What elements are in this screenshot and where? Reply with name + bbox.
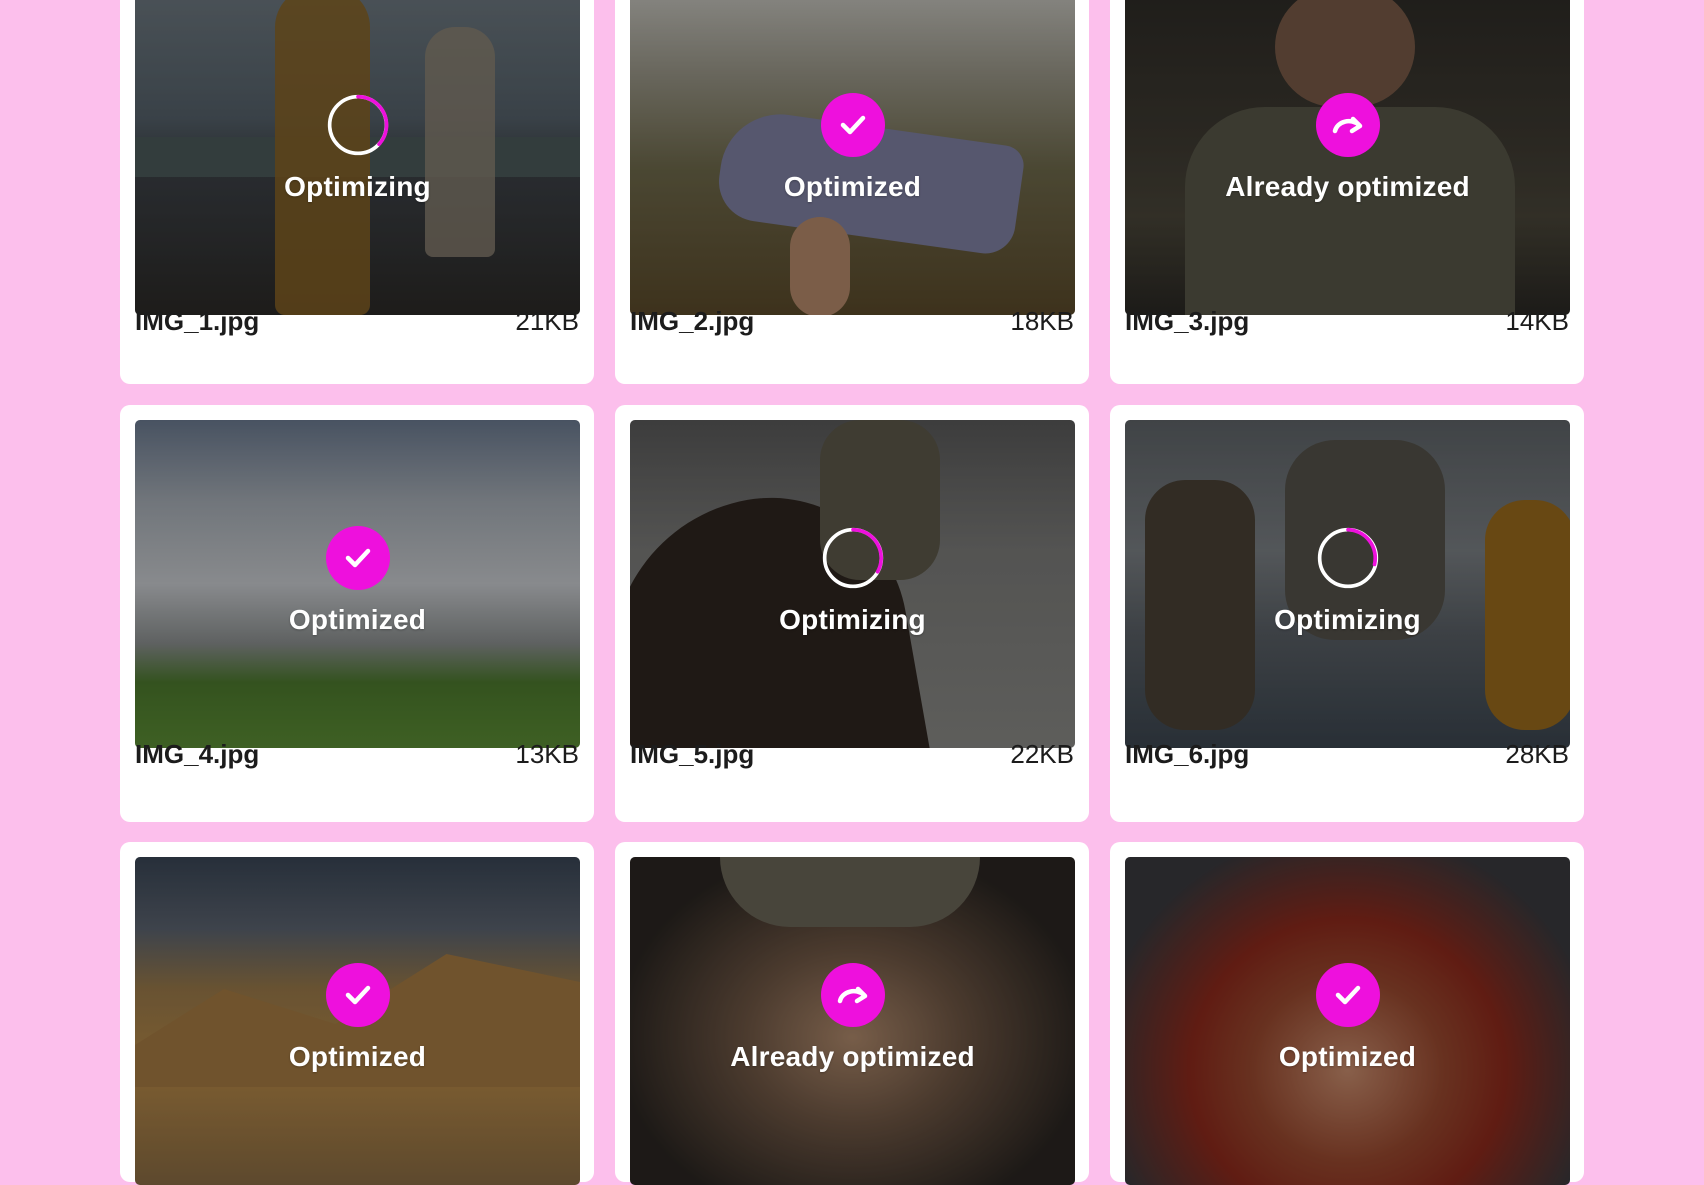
file-name: IMG_4.jpg: [135, 738, 260, 769]
image-card[interactable]: Optimized: [1110, 842, 1584, 1185]
file-size: 14KB: [1505, 305, 1569, 336]
image-card[interactable]: Optimizing IMG_6.jpg 28KB: [1110, 405, 1584, 822]
file-name: IMG_2.jpg: [630, 305, 755, 336]
image-thumbnail[interactable]: Optimizing: [630, 420, 1075, 748]
status-indicator: Optimizing: [1125, 526, 1570, 636]
redo-arrow-icon: [820, 963, 885, 1027]
status-indicator: Optimized: [135, 963, 580, 1073]
file-name: IMG_1.jpg: [135, 305, 260, 336]
image-card[interactable]: Optimized IMG_4.jpg 13KB: [120, 405, 594, 822]
image-card[interactable]: Optimizing IMG_5.jpg 22KB: [615, 405, 1089, 822]
status-label: Already optimized: [1225, 171, 1470, 202]
status-indicator: Optimized: [1125, 963, 1570, 1073]
progress-spinner-icon: [326, 93, 390, 157]
status-label: Optimizing: [284, 171, 431, 202]
status-label: Optimizing: [1274, 604, 1421, 635]
status-label: Optimized: [288, 604, 427, 635]
status-label: Optimizing: [779, 604, 926, 635]
file-name: IMG_6.jpg: [1125, 738, 1250, 769]
image-thumbnail[interactable]: Optimizing: [135, 0, 580, 315]
file-size: 13KB: [515, 738, 579, 769]
status-label: Optimized: [288, 1041, 427, 1072]
status-label: Already optimized: [730, 1041, 975, 1072]
image-thumbnail[interactable]: Optimizing: [1125, 420, 1570, 748]
image-card[interactable]: Already optimized: [615, 842, 1089, 1185]
file-size: 18KB: [1010, 305, 1074, 336]
checkmark-icon: [1315, 963, 1380, 1027]
status-indicator: Already optimized: [630, 963, 1075, 1073]
status-indicator: Already optimized: [1125, 93, 1570, 203]
file-name: IMG_5.jpg: [630, 738, 755, 769]
status-label: Optimized: [783, 171, 922, 202]
image-card[interactable]: Optimized IMG_2.jpg 18KB: [615, 0, 1089, 384]
image-card[interactable]: Optimized: [120, 842, 594, 1185]
status-indicator: Optimized: [630, 93, 1075, 203]
image-thumbnail[interactable]: Already optimized: [1125, 0, 1570, 315]
image-thumbnail[interactable]: Optimized: [1125, 857, 1570, 1185]
status-label: Optimized: [1278, 1041, 1417, 1072]
file-size: 28KB: [1505, 738, 1569, 769]
file-size: 22KB: [1010, 738, 1074, 769]
progress-spinner-icon: [1316, 526, 1380, 590]
file-name: IMG_3.jpg: [1125, 305, 1250, 336]
image-card[interactable]: Optimizing IMG_1.jpg 21KB: [120, 0, 594, 384]
image-thumbnail[interactable]: Optimized: [135, 857, 580, 1185]
checkmark-icon: [325, 526, 390, 590]
file-size: 21KB: [515, 305, 579, 336]
redo-arrow-icon: [1315, 93, 1380, 157]
status-indicator: Optimizing: [630, 526, 1075, 636]
status-indicator: Optimizing: [135, 93, 580, 203]
status-indicator: Optimized: [135, 526, 580, 636]
image-thumbnail[interactable]: Optimized: [630, 0, 1075, 315]
image-thumbnail[interactable]: Optimized: [135, 420, 580, 748]
image-grid: Optimizing IMG_1.jpg 21KB Optimized IMG_…: [0, 0, 1704, 1185]
progress-spinner-icon: [821, 526, 885, 590]
image-thumbnail[interactable]: Already optimized: [630, 857, 1075, 1185]
image-card[interactable]: Already optimized IMG_3.jpg 14KB: [1110, 0, 1584, 384]
checkmark-icon: [325, 963, 390, 1027]
checkmark-icon: [820, 93, 885, 157]
